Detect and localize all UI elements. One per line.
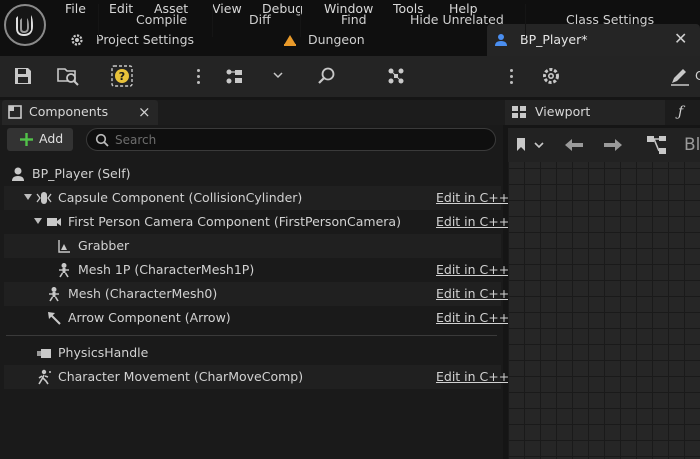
tree-row-label: Mesh 1P (CharacterMesh1P) [78,262,255,277]
diff-button[interactable]: Diff [249,11,271,29]
components-panel-icon [8,105,22,119]
expand-arrow-icon[interactable] [34,218,42,224]
expand-arrow-icon[interactable] [24,194,32,200]
hierarchy-icon[interactable] [646,134,668,156]
tab-label: BP_Player* [520,32,588,47]
menu-edit[interactable]: Edit [109,0,133,18]
edit-in-cpp-link[interactable]: Edit in C++ [436,286,509,302]
toolbar [0,56,700,97]
capsule-collision-icon [36,192,52,204]
gear-icon[interactable] [541,66,561,86]
toolbar-separator [300,4,301,37]
arrow-left-icon[interactable] [564,138,584,152]
browse-folder-icon[interactable] [56,65,80,87]
class-defaults-label-partial: C [695,68,700,83]
toolbar-separator [212,4,213,37]
tree-row-self[interactable]: BP_Player (Self) [4,162,501,186]
close-panel-icon[interactable]: × [138,103,151,121]
character-movement-icon [38,369,51,385]
edit-in-cpp-link[interactable]: Edit in C++ [436,214,509,230]
skeleton-icon [12,167,24,181]
class-defaults-icon[interactable] [669,66,691,86]
compile-warning-icon[interactable]: ? [111,65,133,87]
tree-divider [6,335,497,336]
viewport-icon [512,106,526,118]
compile-button[interactable]: Compile [136,11,187,29]
components-panel-title: Components [29,104,109,119]
menu-view[interactable]: View [212,0,242,18]
save-icon[interactable] [13,66,33,86]
add-button-label: Add [39,131,64,146]
level-icon [284,35,296,46]
toolbar-separator [98,4,99,37]
camera-icon [47,218,61,226]
gear-icon [71,34,83,46]
viewport-breadcrumb-partial: Bl [684,135,700,155]
edit-in-cpp-link[interactable]: Edit in C++ [436,310,509,326]
tree-row-grabber[interactable]: Grabber [4,234,501,258]
tree-row-physics-handle[interactable]: PhysicsHandle [4,341,501,365]
tree-row-first-person-camera[interactable]: First Person Camera Component (FirstPers… [4,210,509,234]
tree-row-label: First Person Camera Component (FirstPers… [68,214,401,229]
diff-icon[interactable] [224,66,248,86]
tree-row-label: Grabber [78,238,130,253]
menu-file[interactable]: File [65,0,86,18]
toolbar-separator [525,4,526,37]
viewport-panel-title: Viewport [535,104,591,119]
edit-in-cpp-link[interactable]: Edit in C++ [436,190,509,206]
tree-row-mesh-1p[interactable]: Mesh 1P (CharacterMesh1P) Edit in C++ [4,258,509,282]
skeletal-mesh-icon [59,263,69,278]
toolbar-options-icon[interactable] [510,69,513,85]
scene-component-icon [58,240,70,253]
search-input[interactable] [113,131,487,149]
edit-in-cpp-link[interactable]: Edit in C++ [436,262,509,278]
svg-text:?: ? [119,70,125,83]
skeletal-mesh-icon [49,287,59,302]
tab-label: Dungeon [308,32,365,47]
tab-bp-player[interactable]: BP_Player* [494,26,664,54]
unreal-logo-icon[interactable] [4,4,46,46]
tree-row-label: Arrow Component (Arrow) [68,310,231,325]
close-tab-icon[interactable]: ✕ [674,29,688,49]
class-settings-button[interactable]: Class Settings [566,11,654,29]
function-icon[interactable]: ƒ [678,103,683,121]
compile-options-icon[interactable] [197,69,200,85]
tree-row-mesh[interactable]: Mesh (CharacterMesh0) Edit in C++ [4,282,509,306]
arrow-right-icon[interactable] [603,138,623,152]
arrow-component-icon [48,312,61,325]
tree-row-label: PhysicsHandle [58,345,149,360]
chevron-down-icon[interactable] [273,72,283,80]
tree-row-capsule[interactable]: Capsule Component (CollisionCylinder) Ed… [4,186,509,210]
add-component-button[interactable]: Add [7,128,73,151]
tree-row-character-movement[interactable]: Character Movement (CharMoveComp) Edit i… [4,365,509,389]
find-button[interactable]: Find [341,11,367,29]
blueprint-person-icon [495,34,507,46]
search-box[interactable] [86,128,496,151]
tree-row-arrow-component[interactable]: Arrow Component (Arrow) Edit in C++ [4,306,509,330]
search-icon [95,133,109,147]
tab-label: Project Settings [96,32,195,47]
tree-row-label: Capsule Component (CollisionCylinder) [58,190,303,205]
tab-project-settings[interactable]: Project Settings [70,26,220,54]
edit-in-cpp-link[interactable]: Edit in C++ [436,369,509,385]
viewport-canvas[interactable] [508,128,700,459]
plus-icon [20,133,33,146]
physics-handle-icon [37,349,51,358]
tree-row-label: Character Movement (CharMoveComp) [58,369,304,384]
bookmark-dropdown-icon[interactable] [515,137,547,153]
hide-unrelated-button[interactable]: Hide Unrelated [410,11,504,29]
tree-row-label: BP_Player (Self) [32,166,131,181]
find-icon[interactable] [317,66,337,86]
hide-unrelated-icon[interactable] [386,66,406,86]
tree-row-label: Mesh (CharacterMesh0) [68,286,218,301]
